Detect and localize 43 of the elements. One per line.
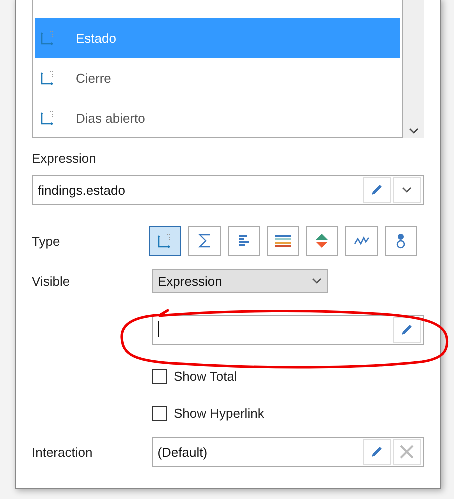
scrollbar[interactable] — [403, 0, 424, 138]
type-button[interactable] — [149, 226, 182, 256]
field-label: Interaction — [32, 444, 94, 460]
chevron-down-icon — [408, 128, 418, 134]
chevron-down-icon — [312, 278, 322, 284]
pencil-icon — [370, 445, 384, 459]
field-label: Expression — [32, 151, 98, 166]
expression-field[interactable]: findings.estado — [32, 175, 424, 205]
edit-button[interactable] — [363, 439, 391, 465]
interaction-field[interactable]: (Default) — [152, 437, 424, 467]
list-item[interactable]: Cierre — [35, 58, 400, 98]
edit-button[interactable] — [363, 177, 391, 203]
stripes-icon — [275, 234, 292, 248]
close-icon — [400, 445, 414, 459]
indicator-icon — [394, 233, 407, 249]
checkbox[interactable] — [152, 369, 167, 384]
axis-icon — [40, 30, 56, 46]
visible-dropdown[interactable]: Expression — [152, 269, 328, 293]
type-button[interactable] — [266, 226, 300, 256]
type-button[interactable] — [384, 226, 418, 256]
type-button[interactable] — [228, 226, 260, 256]
pencil-icon — [370, 183, 384, 197]
axis-icon — [40, 70, 56, 86]
axis-icon — [157, 233, 174, 249]
text-cursor — [158, 320, 159, 336]
checkbox-label: Show Hyperlink — [174, 406, 264, 421]
up-down-arrows-icon — [314, 233, 330, 249]
type-button[interactable] — [306, 226, 338, 256]
visible-expression-field[interactable] — [152, 315, 424, 345]
checkbox-label: Show Total — [174, 369, 238, 384]
zigzag-icon — [354, 236, 370, 246]
field-label: Type — [32, 234, 62, 248]
sigma-icon — [198, 233, 212, 249]
pencil-icon — [400, 323, 414, 337]
checkbox[interactable] — [152, 406, 167, 421]
type-button[interactable] — [345, 226, 378, 256]
chevron-down-icon — [402, 187, 412, 193]
bars-icon — [238, 234, 250, 248]
type-button[interactable] — [188, 226, 221, 256]
list-item[interactable]: Dias abierto — [35, 98, 400, 137]
edit-button[interactable] — [393, 317, 421, 343]
field-label: Visible — [32, 274, 72, 288]
axis-icon — [40, 110, 56, 126]
